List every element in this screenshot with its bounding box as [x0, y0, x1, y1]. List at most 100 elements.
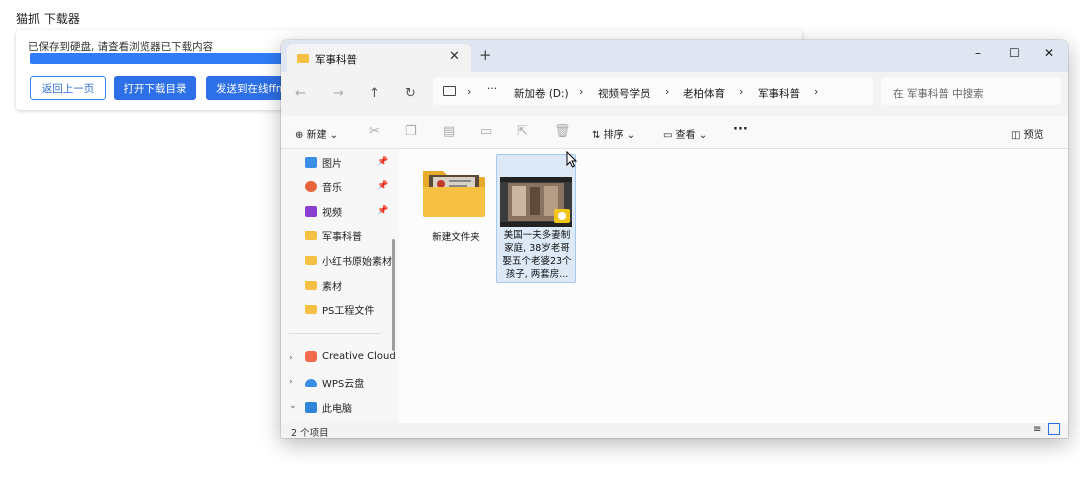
- new-button[interactable]: ⊕ 新建 ⌄: [295, 126, 338, 141]
- pictures-icon: [305, 157, 317, 168]
- new-tab-icon[interactable]: +: [479, 48, 492, 63]
- folder-icon: [305, 231, 317, 240]
- item-name-line: 孩子, 两套房...: [505, 269, 569, 280]
- plus-circle-icon: ⊕: [295, 130, 304, 141]
- sidebar-item-ps-projects[interactable]: PS工程文件: [305, 302, 374, 317]
- item-name-line: 娶五个老婆23个: [502, 256, 572, 267]
- navigation-bar: ← → ↑ ↻ › ··· 新加卷 (D:) › 视频号学员 › 老柏体育 › …: [281, 72, 1068, 116]
- cut-icon[interactable]: ✂: [369, 124, 380, 139]
- sort-button[interactable]: ⇅ 排序 ⌄: [592, 126, 635, 141]
- navigation-pane: 图片 📌 音乐 📌 视频 📌 军事科普 小红书原始素材 素材 PS工程文件 › …: [281, 149, 399, 423]
- videos-icon: [305, 206, 317, 217]
- chevron-down-icon[interactable]: ⌄: [289, 401, 297, 411]
- breadcrumb-more[interactable]: ···: [487, 83, 497, 95]
- preview-pane-button[interactable]: ◫ 预览: [1011, 126, 1044, 141]
- close-icon[interactable]: ✕: [1044, 46, 1054, 60]
- chevron-right-icon[interactable]: ›: [289, 353, 293, 363]
- music-icon: [305, 181, 317, 192]
- sidebar-item-this-pc[interactable]: 此电脑: [305, 400, 352, 415]
- delete-icon[interactable]: 🗑: [554, 124, 571, 139]
- details-view-icon[interactable]: ≡: [1033, 424, 1041, 435]
- title-bar[interactable]: 军事科普 ✕ + – ☐ ✕: [281, 40, 1068, 72]
- sort-icon: ⇅: [592, 130, 601, 141]
- item-name: 美国一夫多妻制 家庭, 38岁老哥 娶五个老婆23个 孩子, 两套房...: [499, 229, 575, 281]
- download-status-message: 已保存到硬盘, 请查看浏览器已下载内容: [28, 41, 214, 53]
- file-explorer-window: 军事科普 ✕ + – ☐ ✕ ← → ↑ ↻ › ··· 新加卷 (D:) › …: [281, 40, 1068, 438]
- monitor-icon: [443, 86, 456, 96]
- sidebar-item-label: 音乐: [322, 183, 342, 194]
- more-options-button[interactable]: ···: [733, 122, 748, 137]
- preview-pane-icon: ◫: [1011, 130, 1021, 141]
- sidebar-divider: [289, 333, 381, 334]
- command-bar: ⊕ 新建 ⌄ ✂ ❐ ▤ ▭ ⇱ 🗑 ⇅ 排序 ⌄ ▭ 查看 ⌄ ··· ◫ 预…: [281, 116, 1068, 149]
- pin-icon[interactable]: 📌: [377, 181, 388, 191]
- forward-arrow-icon[interactable]: →: [333, 86, 344, 101]
- status-bar: 2 个项目 ≡: [281, 423, 1068, 438]
- download-progress-bar: [30, 53, 298, 64]
- folder-item[interactable]: 新建文件夹: [419, 161, 493, 247]
- copy-icon[interactable]: ❐: [405, 124, 417, 139]
- rename-icon[interactable]: ▭: [480, 124, 492, 139]
- content-area: 图片 📌 音乐 📌 视频 📌 军事科普 小红书原始素材 素材 PS工程文件 › …: [281, 149, 1068, 423]
- computer-icon: [305, 402, 317, 413]
- folder-icon: [305, 256, 317, 265]
- chevron-right-icon: ›: [814, 85, 819, 98]
- tab-close-icon[interactable]: ✕: [449, 49, 460, 64]
- tab-military-science[interactable]: 军事科普 ✕: [287, 44, 471, 72]
- search-box[interactable]: 在 军事科普 中搜索: [881, 77, 1061, 105]
- minimize-icon[interactable]: –: [975, 46, 981, 60]
- folder-icon: [305, 305, 317, 314]
- sidebar-item-label: 此电脑: [322, 404, 352, 415]
- pin-icon[interactable]: 📌: [377, 157, 388, 167]
- view-label: 查看: [675, 130, 696, 141]
- creative-cloud-icon: [305, 351, 317, 362]
- mouse-cursor-icon: [566, 151, 578, 168]
- video-file-item[interactable]: 美国一夫多妻制 家庭, 38岁老哥 娶五个老婆23个 孩子, 两套房...: [496, 154, 576, 283]
- search-input[interactable]: 在 军事科普 中搜索: [893, 86, 984, 101]
- sidebar-item-label: 视频: [322, 208, 342, 219]
- chevron-right-icon[interactable]: ›: [289, 377, 293, 387]
- sidebar-item-creative-cloud[interactable]: Creative Cloud: [305, 351, 396, 362]
- sidebar-item-label: PS工程文件: [322, 306, 375, 317]
- video-thumbnail: [500, 177, 572, 227]
- paste-icon[interactable]: ▤: [443, 124, 455, 139]
- chevron-right-icon: ›: [665, 85, 670, 98]
- open-download-folder-button[interactable]: 打开下载目录: [114, 76, 196, 100]
- breadcrumb-students[interactable]: 视频号学员: [598, 86, 651, 101]
- sidebar-item-label: Creative Cloud: [322, 351, 396, 362]
- sidebar-scrollbar[interactable]: [392, 239, 395, 351]
- folder-icon: [305, 281, 317, 290]
- sidebar-item-label: 军事科普: [322, 232, 362, 243]
- address-bar[interactable]: › ··· 新加卷 (D:) › 视频号学员 › 老柏体育 › 军事科普 ›: [433, 77, 873, 105]
- sidebar-item-label: 小红书原始素材: [322, 257, 392, 268]
- chevron-right-icon: ›: [579, 85, 584, 98]
- up-arrow-icon[interactable]: ↑: [369, 86, 380, 101]
- item-name: 新建文件夹: [432, 232, 480, 243]
- share-icon[interactable]: ⇱: [517, 124, 528, 139]
- sidebar-item-label: 图片: [322, 159, 342, 170]
- sidebar-item-pictures[interactable]: 图片: [305, 155, 342, 170]
- pin-icon[interactable]: 📌: [377, 206, 388, 216]
- large-icons-view-icon[interactable]: [1048, 423, 1060, 435]
- cloud-icon: [305, 378, 317, 387]
- sidebar-item-materials[interactable]: 素材: [305, 278, 342, 293]
- view-button[interactable]: ▭ 查看 ⌄: [663, 126, 707, 141]
- sidebar-item-military-science[interactable]: 军事科普: [305, 228, 362, 243]
- sidebar-item-xiaohongshu[interactable]: 小红书原始素材: [305, 253, 392, 268]
- tab-label: 军事科普: [315, 54, 357, 66]
- chevron-right-icon: ›: [739, 85, 744, 98]
- folder-icon: [297, 54, 309, 63]
- breadcrumb-drive-d[interactable]: 新加卷 (D:): [514, 86, 569, 101]
- refresh-icon[interactable]: ↻: [405, 86, 416, 101]
- sidebar-item-music[interactable]: 音乐: [305, 179, 342, 194]
- sidebar-item-videos[interactable]: 视频: [305, 204, 342, 219]
- chevron-right-icon: ›: [467, 85, 472, 98]
- new-label: 新建: [306, 130, 327, 141]
- item-name-line: 家庭, 38岁老哥: [504, 243, 570, 254]
- breadcrumb-sports[interactable]: 老柏体育: [683, 86, 725, 101]
- maximize-icon[interactable]: ☐: [1009, 46, 1020, 60]
- sidebar-item-wps-cloud[interactable]: WPS云盘: [305, 375, 364, 390]
- back-button[interactable]: 返回上一页: [30, 76, 106, 100]
- back-arrow-icon[interactable]: ←: [295, 86, 306, 101]
- breadcrumb-military-science[interactable]: 军事科普: [758, 86, 800, 101]
